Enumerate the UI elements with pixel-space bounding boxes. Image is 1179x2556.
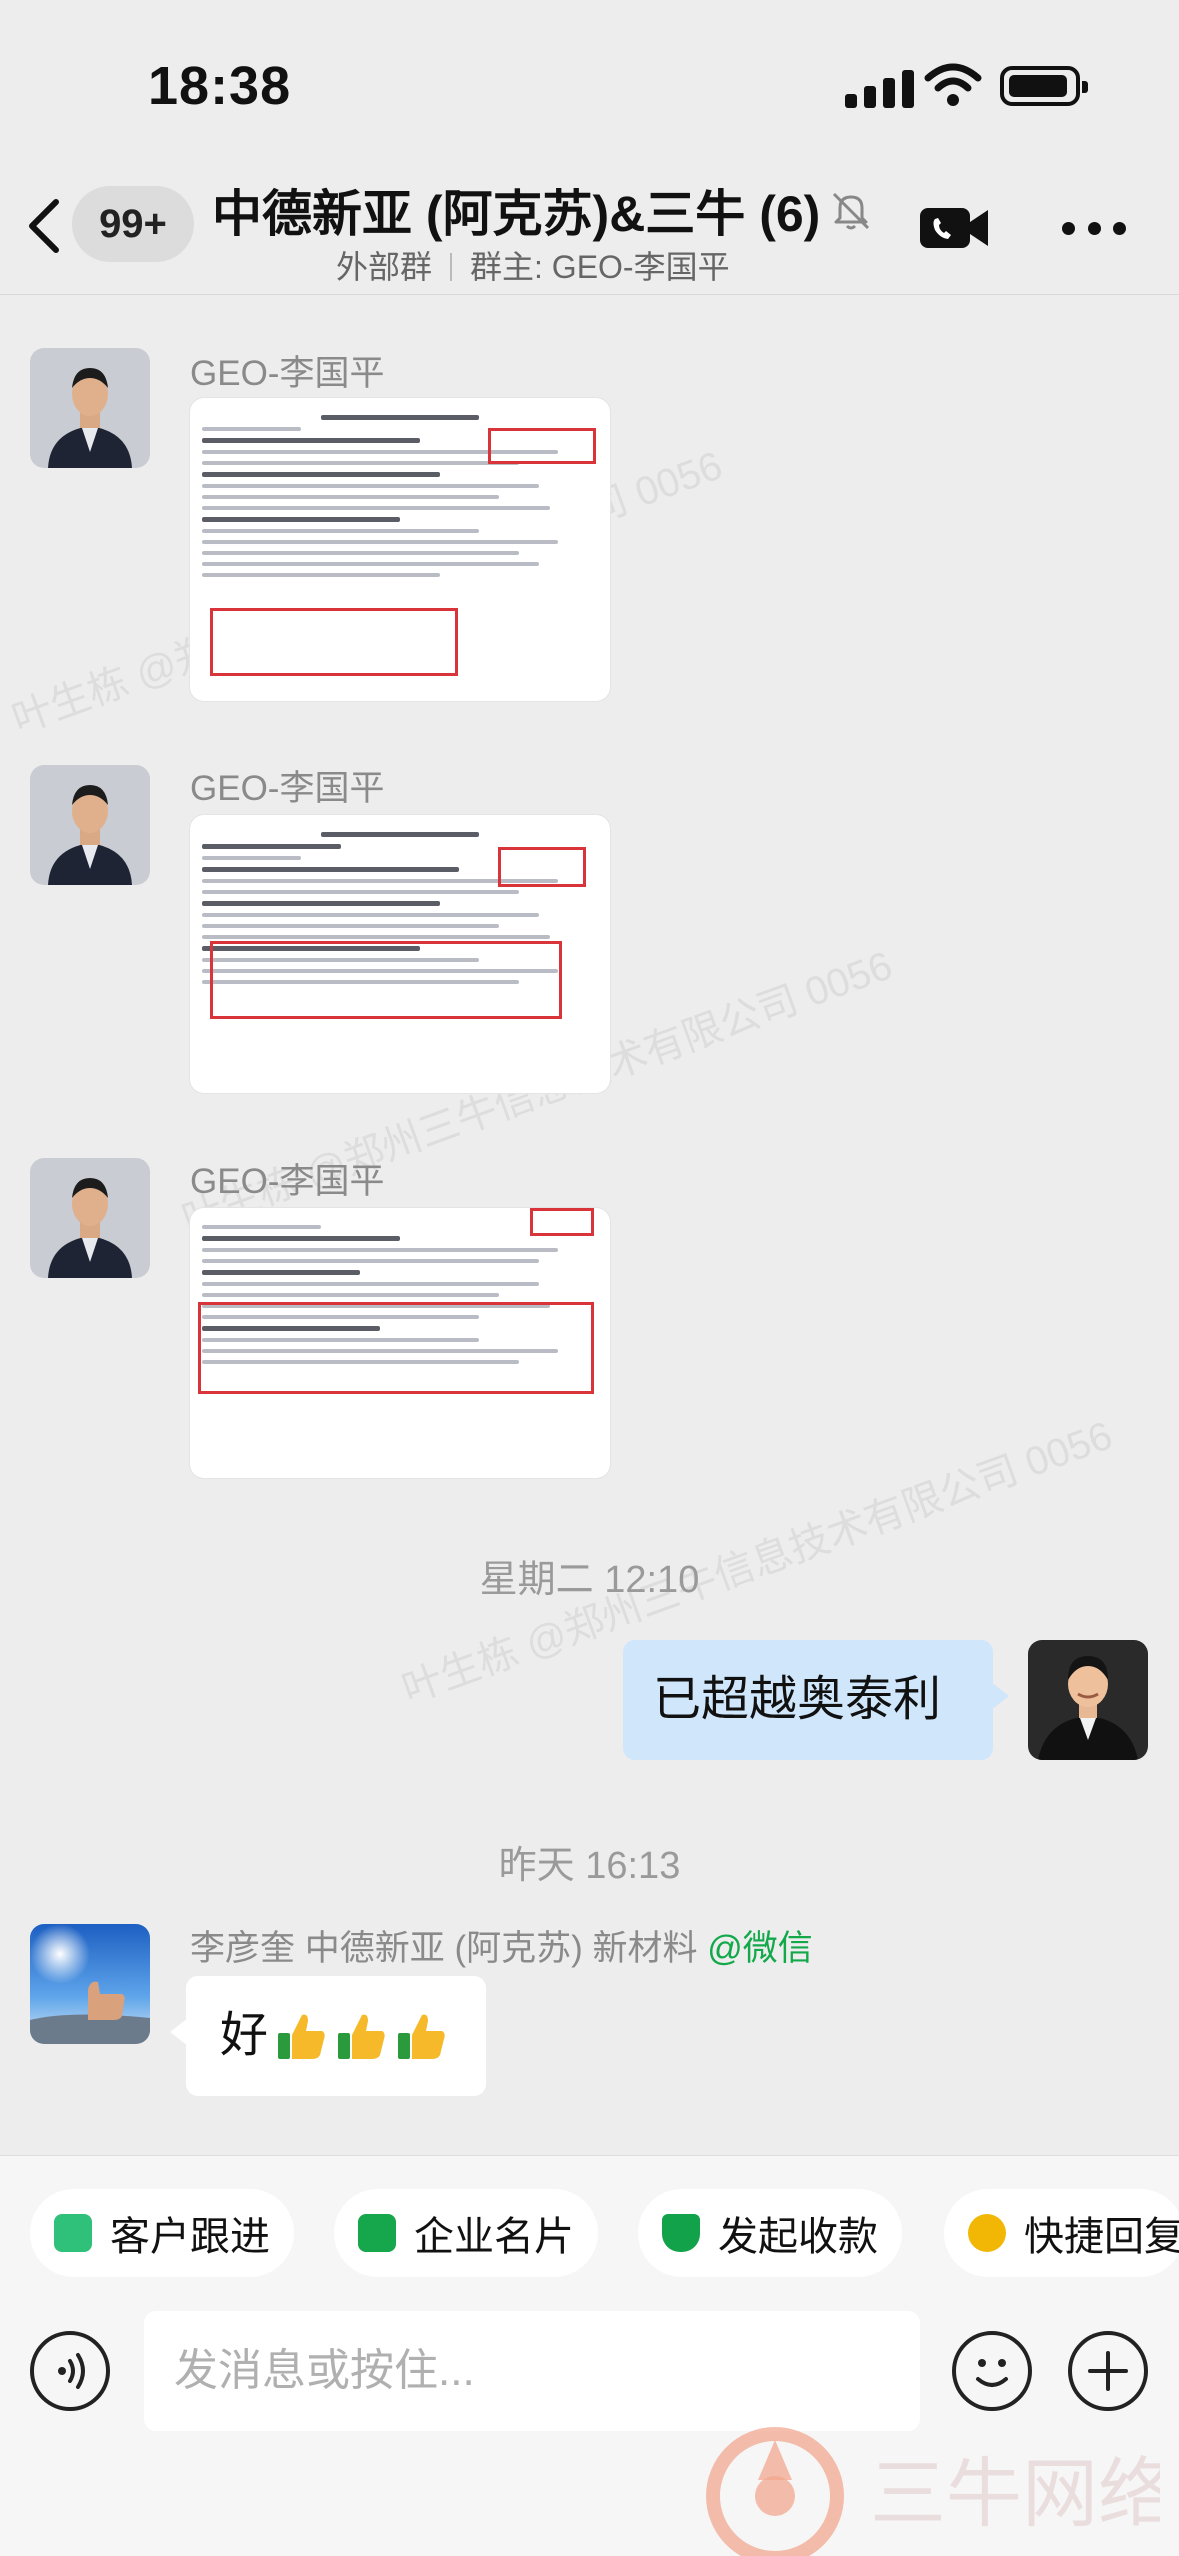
avatar[interactable]	[30, 1158, 150, 1278]
wechat-tag: @微信	[707, 1929, 813, 1968]
thumbs-up-emoji-icon	[398, 2014, 445, 2059]
chat-subtitle: 外部群 群主: GEO-李国平	[336, 242, 730, 288]
customer-followup-chip[interactable]: 客户跟进	[30, 2189, 294, 2277]
voice-icon	[58, 2353, 85, 2389]
wifi-icon	[924, 63, 982, 106]
image-message[interactable]	[190, 398, 610, 701]
sender-name: GEO-李国平	[190, 1162, 385, 1201]
chip-label: 客户跟进	[110, 2215, 270, 2259]
battery-icon	[1000, 66, 1088, 106]
avatar[interactable]	[30, 348, 150, 468]
more-options-button[interactable]	[1062, 218, 1126, 238]
sender-name-text: 李彦奎 中德新亚 (阿克苏) 新材料	[190, 1929, 708, 1968]
quick-reply-chip[interactable]: 快捷回复	[944, 2189, 1179, 2277]
payment-chip[interactable]: 发起收款	[638, 2189, 902, 2277]
business-card-chip[interactable]: 企业名片	[334, 2189, 598, 2277]
chip-label: 发起收款	[718, 2215, 878, 2259]
unread-count-badge[interactable]: 99+	[72, 186, 194, 262]
chat-title[interactable]: 中德新亚 (阿克苏)&三牛 (6)	[212, 174, 820, 246]
more-actions-button[interactable]	[1068, 2331, 1148, 2411]
sender-name: GEO-李国平	[190, 769, 385, 808]
thumbs-up-emoji-icon	[338, 2014, 385, 2059]
chip-label: 快捷回复	[1024, 2215, 1179, 2259]
chip-label: 企业名片	[414, 2215, 574, 2259]
voice-input-button[interactable]	[30, 2331, 110, 2411]
message-text: 好	[220, 2009, 269, 2062]
status-time: 18:38	[148, 56, 292, 116]
plus-icon	[1088, 2351, 1128, 2391]
message-bubble[interactable]: 已超越奥泰利	[623, 1640, 1009, 1760]
sender-name: GEO-李国平	[190, 354, 385, 393]
document-screenshot	[190, 398, 610, 701]
business-card-icon	[358, 2214, 396, 2252]
quick-reply-icon	[968, 2214, 1006, 2252]
smiley-icon	[976, 2359, 1008, 2387]
avatar[interactable]	[30, 765, 150, 885]
company-logo: 三牛网络	[700, 2420, 1174, 2556]
timestamp: 星期二 12:10	[479, 1559, 700, 1601]
status-bar: 18:38	[0, 0, 1179, 170]
video-call-icon[interactable]	[918, 202, 990, 254]
image-message[interactable]	[190, 815, 610, 1093]
group-owner-label: 群主: GEO-李国平	[470, 249, 730, 285]
document-screenshot	[190, 1208, 610, 1478]
image-message[interactable]	[190, 1208, 610, 1478]
timestamp: 昨天 16:13	[498, 1845, 681, 1887]
message-input[interactable]: 发消息或按住...	[144, 2311, 920, 2431]
sender-name: 李彦奎 中德新亚 (阿克苏) 新材料 @微信	[190, 1920, 813, 1971]
message-bubble[interactable]: 好	[170, 1976, 486, 2096]
thumbs-up-emoji-icon	[278, 2014, 325, 2059]
my-avatar[interactable]	[1028, 1640, 1148, 1760]
document-screenshot	[190, 815, 610, 1093]
back-arrow-icon[interactable]	[20, 190, 68, 262]
logo-text: 三牛网络	[870, 2452, 1160, 2537]
avatar[interactable]	[30, 1924, 150, 2044]
mute-bell-icon	[832, 192, 870, 230]
group-type-label: 外部群	[336, 249, 433, 285]
emoji-button[interactable]	[952, 2331, 1032, 2411]
followup-icon	[54, 2214, 92, 2252]
divider	[450, 253, 453, 281]
payment-shield-icon	[662, 2214, 700, 2252]
cellular-signal-icon	[845, 70, 914, 108]
chat-header: 99+ 中德新亚 (阿克苏)&三牛 (6) 外部群 群主: GEO-李国平	[0, 170, 1179, 295]
